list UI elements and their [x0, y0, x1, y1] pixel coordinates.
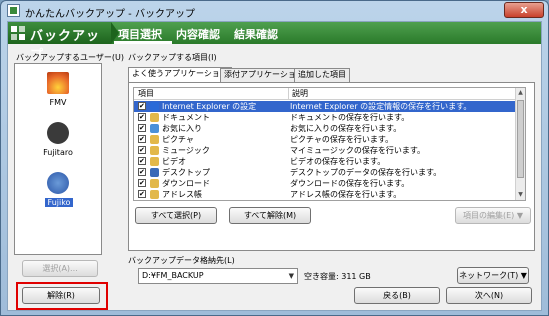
select-user-button[interactable]: 選択(A)... — [22, 260, 98, 277]
row-name: ドキュメント — [162, 113, 210, 122]
deselect-all-button[interactable]: すべて解除(M) — [229, 207, 311, 224]
free-space: 空き容量: 311 GB — [304, 272, 371, 281]
banner-title-area: バックアップ — [8, 22, 111, 63]
tab-added-items[interactable]: 追加した項目 — [294, 68, 350, 82]
title-bar: かんたんバックアップ - バックアップ x — [1, 1, 548, 21]
row-checkbox[interactable] — [138, 145, 146, 156]
step-content-confirm: 内容確認 — [176, 28, 220, 41]
row-checkbox[interactable] — [138, 178, 146, 189]
favorites-icon — [150, 124, 159, 133]
remove-user-button[interactable]: 解除(R) — [22, 287, 100, 304]
avatar — [47, 172, 69, 194]
folder-icon — [150, 157, 159, 166]
folder-icon — [150, 146, 159, 155]
scroll-thumb[interactable] — [517, 100, 524, 178]
table-row[interactable]: デスクトップ デスクトップのデータの保存を行います。 — [134, 167, 516, 178]
app-window: かんたんバックアップ - バックアップ x バックアップ 項目選択 内容確認 結… — [0, 0, 549, 316]
vertical-scrollbar[interactable]: ▲ ▼ — [515, 88, 525, 200]
column-header-item: 項目 — [134, 88, 288, 100]
table-row[interactable]: ピクチャ ピクチャの保存を行います。 — [134, 134, 516, 145]
column-header-description: 説明 — [288, 88, 517, 100]
avatar — [47, 122, 69, 144]
row-description: ビデオの保存を行います。 — [290, 157, 386, 166]
destination-path: D:¥FM_BACKUP — [142, 271, 204, 280]
row-description: Internet Explorer の設定情報の保存を行います。 — [290, 102, 472, 111]
row-description: お気に入りの保存を行います。 — [290, 124, 402, 133]
ie-icon — [150, 102, 159, 111]
user-item-fujiko[interactable]: Fujiko — [15, 170, 101, 216]
scroll-down-icon[interactable]: ▼ — [516, 190, 525, 200]
chevron-down-icon: ▼ — [288, 272, 294, 280]
avatar — [47, 72, 69, 94]
row-checkbox[interactable] — [138, 123, 146, 134]
row-description: マイミュージックの保存を行います。 — [290, 146, 426, 155]
table-row[interactable]: ビデオ ビデオの保存を行います。 — [134, 156, 516, 167]
row-name: Internet Explorer の設定 — [162, 102, 257, 111]
row-name: ミュージック — [162, 146, 210, 155]
row-checkbox[interactable] — [138, 101, 146, 112]
row-name: ピクチャ — [162, 135, 194, 144]
row-name: アドレス帳 — [162, 190, 202, 199]
user-list[interactable]: FMV Fujitaro Fujiko — [14, 63, 102, 255]
row-name: ビデオ — [162, 157, 186, 166]
step-banner: バックアップ 項目選択 内容確認 結果確認 — [8, 22, 541, 63]
window-title: かんたんバックアップ - バックアップ — [25, 9, 195, 20]
user-item-fujitaro[interactable]: Fujitaro — [15, 120, 101, 166]
folder-icon — [150, 179, 159, 188]
row-checkbox[interactable] — [138, 156, 146, 167]
select-all-button[interactable]: すべて選択(P) — [135, 207, 217, 224]
step-item-select: 項目選択 — [118, 28, 162, 41]
tab-panel: 項目 説明 Internet Explorer の設定Internet Expl… — [128, 82, 535, 251]
row-description: ピクチャの保存を行います。 — [290, 135, 394, 144]
edit-item-button[interactable]: 項目の編集(E) ▼ — [455, 207, 531, 224]
backup-logo-icon — [11, 26, 26, 41]
desktop-icon — [150, 168, 159, 177]
step-result-confirm: 結果確認 — [234, 28, 278, 41]
user-name: FMV — [49, 98, 67, 107]
row-description: デスクトップのデータの保存を行います。 — [290, 168, 442, 177]
client-area: バックアップ 項目選択 内容確認 結果確認 バックアップするユーザー(U) FM… — [7, 21, 542, 311]
user-name: Fujitaro — [43, 148, 73, 157]
row-checkbox[interactable] — [138, 112, 146, 123]
row-name: お気に入り — [162, 124, 202, 133]
active-step-indicator — [114, 41, 172, 44]
close-button[interactable]: x — [504, 2, 544, 18]
folder-icon — [150, 113, 159, 122]
table-row[interactable]: Internet Explorer の設定 Internet Explorer の… — [134, 101, 516, 112]
user-item-fmv[interactable]: FMV — [15, 70, 101, 116]
table-row[interactable]: ミュージック マイミュージックの保存を行います。 — [134, 145, 516, 156]
row-checkbox[interactable] — [138, 167, 146, 178]
row-description: ドキュメントの保存を行います。 — [290, 113, 410, 122]
addressbook-icon — [150, 190, 159, 199]
row-name: デスクトップ — [162, 168, 210, 177]
network-button[interactable]: ネットワーク(T) ▼ — [457, 267, 529, 284]
row-checkbox[interactable] — [138, 134, 146, 145]
items-label: バックアップする項目(I) — [128, 53, 217, 62]
row-description: アドレス帳の保存を行います。 — [290, 190, 402, 199]
back-button[interactable]: 戻る(B) — [354, 287, 440, 304]
user-name: Fujiko — [45, 198, 73, 207]
scroll-up-icon[interactable]: ▲ — [516, 88, 525, 98]
table-row[interactable]: ドキュメント ドキュメントの保存を行います。 — [134, 112, 516, 123]
users-label: バックアップするユーザー(U) — [16, 53, 124, 62]
destination-label: バックアップデータ格納先(L) — [128, 256, 235, 265]
next-button[interactable]: 次へ(N) — [446, 287, 532, 304]
table-row[interactable]: アドレス帳 アドレス帳の保存を行います。 — [134, 189, 516, 200]
folder-icon — [150, 135, 159, 144]
items-table: 項目 説明 Internet Explorer の設定Internet Expl… — [133, 87, 526, 201]
row-description: ダウンロードの保存を行います。 — [290, 179, 410, 188]
destination-select[interactable]: D:¥FM_BACKUP ▼ — [138, 268, 298, 284]
table-row[interactable]: ダウンロード ダウンロードの保存を行います。 — [134, 178, 516, 189]
tab-common-apps[interactable]: よく使うアプリケーション — [128, 67, 232, 82]
app-icon — [7, 4, 20, 17]
row-checkbox[interactable] — [138, 189, 146, 200]
row-name: ダウンロード — [162, 179, 210, 188]
table-row[interactable]: お気に入り お気に入りの保存を行います。 — [134, 123, 516, 134]
